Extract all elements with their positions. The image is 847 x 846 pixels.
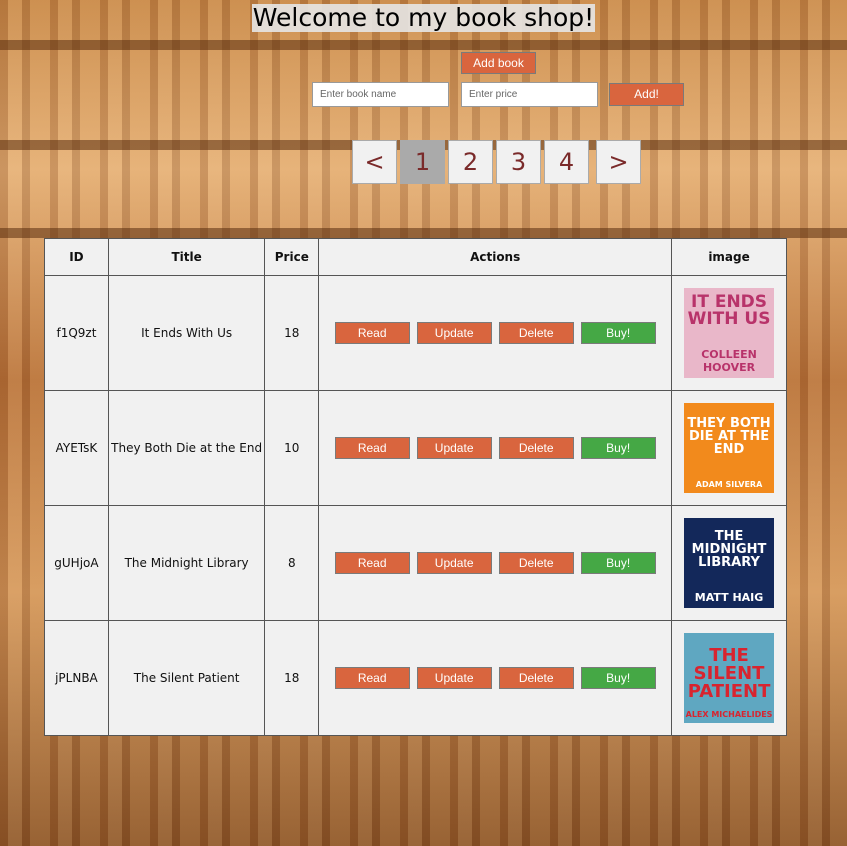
- prev-page-button[interactable]: <: [352, 140, 397, 184]
- header-image: image: [671, 238, 787, 276]
- header-actions: Actions: [318, 238, 673, 276]
- title-wrapper: Welcome to my book shop!: [0, 4, 847, 32]
- book-actions: Read Update Delete Buy!: [318, 620, 673, 736]
- book-id: jPLNBA: [44, 620, 109, 736]
- book-title: It Ends With Us: [107, 275, 266, 391]
- table-row: AYETsK They Both Die at the End 10 Read …: [44, 390, 787, 506]
- book-cover-image: THEY BOTH DIE AT THE END ADAM SILVERA: [684, 403, 775, 493]
- delete-button[interactable]: Delete: [498, 322, 574, 344]
- delete-button[interactable]: Delete: [498, 437, 574, 459]
- book-name-input[interactable]: [312, 82, 449, 107]
- update-button[interactable]: Update: [416, 322, 492, 344]
- pagination: < 1 2 3 4 >: [352, 140, 644, 184]
- table-row: jPLNBA The Silent Patient 18 Read Update…: [44, 620, 787, 736]
- book-price: 8: [264, 505, 320, 621]
- book-price: 18: [264, 620, 320, 736]
- next-page-button[interactable]: >: [596, 140, 641, 184]
- book-title: They Both Die at the End: [107, 390, 266, 506]
- cover-author: ADAM SILVERA: [695, 480, 763, 489]
- book-actions: Read Update Delete Buy!: [318, 390, 673, 506]
- book-title: The Midnight Library: [107, 505, 266, 621]
- buy-button[interactable]: Buy!: [580, 437, 656, 459]
- update-button[interactable]: Update: [416, 667, 492, 689]
- header-price: Price: [264, 238, 320, 276]
- book-price: 10: [264, 390, 320, 506]
- book-cover-image: IT ENDS WITH US COLLEEN HOOVER: [684, 288, 775, 378]
- update-button[interactable]: Update: [416, 437, 492, 459]
- cover-author: MATT HAIG: [694, 591, 764, 604]
- buy-button[interactable]: Buy!: [580, 322, 656, 344]
- cover-title: THEY BOTH DIE AT THE END: [687, 416, 771, 457]
- books-table: ID Title Price Actions image f1Q9zt It E…: [44, 238, 787, 736]
- buy-button[interactable]: Buy!: [580, 667, 656, 689]
- table-header-row: ID Title Price Actions image: [44, 238, 787, 276]
- book-title: The Silent Patient: [107, 620, 266, 736]
- price-input[interactable]: [461, 82, 598, 107]
- book-id: AYETsK: [44, 390, 109, 506]
- book-actions: Read Update Delete Buy!: [318, 275, 673, 391]
- background-shelf: [0, 228, 847, 238]
- header-id: ID: [44, 238, 109, 276]
- background-shelf: [0, 40, 847, 50]
- book-id: gUHjoA: [44, 505, 109, 621]
- read-button[interactable]: Read: [334, 552, 410, 574]
- buy-button[interactable]: Buy!: [580, 552, 656, 574]
- book-image-cell: IT ENDS WITH US COLLEEN HOOVER: [671, 275, 787, 391]
- cover-author: ALEX MICHAELIDES: [685, 710, 773, 719]
- read-button[interactable]: Read: [334, 667, 410, 689]
- update-button[interactable]: Update: [416, 552, 492, 574]
- page-button-3[interactable]: 3: [496, 140, 541, 184]
- read-button[interactable]: Read: [334, 437, 410, 459]
- book-id: f1Q9zt: [44, 275, 109, 391]
- book-actions: Read Update Delete Buy!: [318, 505, 673, 621]
- cover-title: THE MIDNIGHT LIBRARY: [691, 529, 767, 570]
- table-row: gUHjoA The Midnight Library 8 Read Updat…: [44, 505, 787, 621]
- book-image-cell: THE MIDNIGHT LIBRARY MATT HAIG: [671, 505, 787, 621]
- delete-button[interactable]: Delete: [498, 667, 574, 689]
- cover-author: COLLEEN HOOVER: [701, 348, 757, 374]
- book-cover-image: THE SILENT PATIENT ALEX MICHAELIDES: [684, 633, 775, 723]
- cover-title: THE SILENT PATIENT: [687, 645, 771, 702]
- add-submit-button[interactable]: Add!: [609, 83, 684, 106]
- page-button-1[interactable]: 1: [400, 140, 445, 184]
- page-button-4[interactable]: 4: [544, 140, 589, 184]
- header-title: Title: [107, 238, 266, 276]
- read-button[interactable]: Read: [334, 322, 410, 344]
- book-image-cell: THEY BOTH DIE AT THE END ADAM SILVERA: [671, 390, 787, 506]
- add-book-button[interactable]: Add book: [461, 52, 536, 74]
- book-cover-image: THE MIDNIGHT LIBRARY MATT HAIG: [684, 518, 775, 608]
- book-image-cell: THE SILENT PATIENT ALEX MICHAELIDES: [671, 620, 787, 736]
- page-button-2[interactable]: 2: [448, 140, 493, 184]
- book-price: 18: [264, 275, 320, 391]
- table-row: f1Q9zt It Ends With Us 18 Read Update De…: [44, 275, 787, 391]
- cover-title: IT ENDS WITH US: [687, 292, 771, 329]
- delete-button[interactable]: Delete: [498, 552, 574, 574]
- page-title: Welcome to my book shop!: [251, 3, 596, 32]
